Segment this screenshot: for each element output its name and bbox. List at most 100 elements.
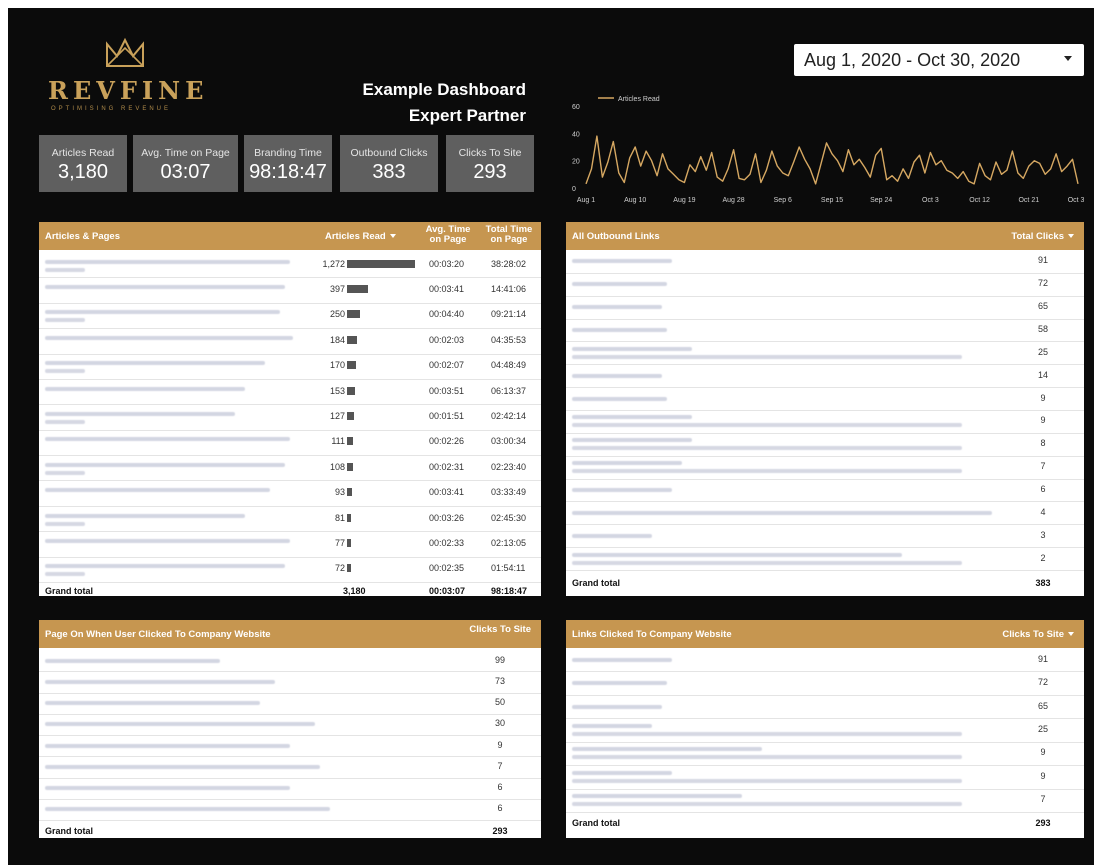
table-header: Articles & Pages Articles Read Avg. Time… [39,222,541,250]
table-row[interactable]: 14 [566,364,1084,389]
table-row[interactable]: 4 [566,501,1084,526]
table-row[interactable]: 25 [566,341,1084,366]
table-row[interactable]: 9 [566,765,1084,790]
avg-time-value: 00:02:07 [429,360,465,371]
table-row[interactable]: 127 00:01:51 02:42:14 [39,404,541,431]
articles-read-bar [347,462,353,471]
redacted-page-title [45,437,290,442]
kpi-value: 3,180 [57,161,109,183]
articles-read-bar [347,386,356,395]
redacted-link-text [572,731,962,736]
clicks-value: 7 [1040,794,1046,805]
table-row[interactable]: 184 00:02:03 04:35:53 [39,328,541,355]
articles-read-value: 111 [331,436,345,447]
kpi-outbound-clicks: Outbound Clicks 383 [340,135,438,192]
clicks-value: 72 [1037,677,1048,688]
table-row[interactable]: 77 00:02:33 02:13:05 [39,531,541,558]
col-header-label: Total Clicks [1011,231,1064,242]
table-row[interactable]: 6 [39,799,541,821]
clicks-value: 9 [1040,747,1046,758]
redacted-link-text [572,415,692,420]
date-range-label: Aug 1, 2020 - Oct 30, 2020 [804,49,1021,70]
redacted-page-title [45,369,85,374]
table-row[interactable]: 250 00:04:40 09:21:14 [39,303,541,330]
redacted-link-text [572,327,667,332]
table-row[interactable]: 81 00:03:26 02:45:30 [39,506,541,533]
total-time-value: 38:28:02 [491,258,527,269]
table-row[interactable]: 72 [566,273,1084,297]
table-row[interactable]: 6 [39,778,541,800]
clicks-value: 99 [494,654,505,665]
x-tick-label: Oct 12 [969,197,990,204]
brand-name: REVFINE [48,76,209,105]
table-row[interactable]: 30 [39,714,541,736]
articles-read-value: 81 [334,512,345,523]
col-header-total-clicks[interactable]: Total Clicks [1011,231,1074,242]
clicks-value: 25 [1037,346,1048,357]
total-time-value: 02:45:30 [491,512,527,523]
table-row[interactable]: 108 00:02:31 02:23:40 [39,455,541,482]
table-row[interactable]: 3 [566,524,1084,549]
redacted-link-text [572,461,682,466]
table-row[interactable]: 170 00:02:07 04:48:49 [39,354,541,380]
redacted-link-text [572,346,692,351]
table-row[interactable]: 99 [39,650,541,673]
avg-time-value: 00:04:40 [429,309,465,320]
redacted-link-text [572,423,962,428]
table-row[interactable]: 73 [39,671,541,694]
table-row[interactable]: 7 [39,756,541,779]
table-row[interactable]: 2 [566,547,1084,571]
table-row[interactable]: 25 [566,718,1084,743]
table-row[interactable]: 58 [566,319,1084,343]
x-tick-label: Oct 21 [1018,197,1039,204]
table-row[interactable]: 9 [566,742,1084,767]
col-header-articles-read[interactable]: Articles Read [325,231,396,242]
table-row[interactable]: 1,272 00:03:20 38:28:02 [39,252,541,279]
redacted-link-text [572,755,962,760]
table-row[interactable]: 9 [39,735,541,758]
col-header-clicks-to-site[interactable]: Clicks To Site [1002,629,1074,640]
table-row[interactable]: 93 00:03:41 03:33:49 [39,480,541,507]
col-header-clicks-to-site[interactable]: Clicks To Site [469,624,531,635]
redacted-link-text [572,259,672,264]
table-row[interactable]: 72 [566,671,1084,696]
clicks-value: 58 [1037,323,1048,334]
table-row[interactable]: 153 00:03:51 06:13:37 [39,379,541,406]
redacted-link-text [45,679,275,684]
total-time-value: 02:13:05 [491,537,527,548]
table-row[interactable]: 8 [566,433,1084,457]
redacted-page-title [45,419,85,424]
table-row[interactable]: 9 [566,410,1084,434]
table-row[interactable]: 50 [39,693,541,715]
kpi-value: 293 [473,161,507,183]
y-tick-label: 20 [572,159,580,166]
kpi-avg-time: Avg. Time on Page 03:07 [133,135,238,192]
table-row[interactable]: 91 [566,648,1084,673]
articles-read-bar [347,513,352,522]
avg-time-value: 00:01:51 [429,410,465,421]
articles-read-bar [347,361,357,370]
table-row[interactable]: 111 00:02:26 03:00:34 [39,430,541,457]
total-time-value: 02:23:40 [491,461,527,472]
table-row[interactable]: 91 [566,250,1084,274]
clicks-value: 65 [1037,301,1048,312]
table-row[interactable]: 9 [566,387,1084,411]
date-range-picker[interactable]: Aug 1, 2020 - Oct 30, 2020 [794,44,1084,76]
table-row[interactable]: 7 [566,789,1084,813]
table-row[interactable]: 65 [566,296,1084,320]
redacted-link-text [572,794,742,799]
redacted-page-title [45,335,293,340]
table-row[interactable]: 6 [566,479,1084,503]
grand-total-read: 3,180 [343,586,366,596]
clicks-value: 91 [1037,653,1048,664]
table-row[interactable]: 7 [566,456,1084,480]
x-tick-label: Aug 1 [577,197,595,204]
table-row[interactable]: 397 00:03:41 14:41:06 [39,277,541,304]
grand-total-value: 293 [492,826,508,836]
redacted-link-text [572,533,652,538]
redacted-page-title [45,285,285,290]
kpi-label: Outbound Clicks [350,147,428,159]
table-row[interactable]: 65 [566,695,1084,720]
table-row[interactable]: 72 00:02:35 01:54:11 [39,557,541,583]
brand-tagline: OPTIMISING REVENUE [51,106,172,112]
